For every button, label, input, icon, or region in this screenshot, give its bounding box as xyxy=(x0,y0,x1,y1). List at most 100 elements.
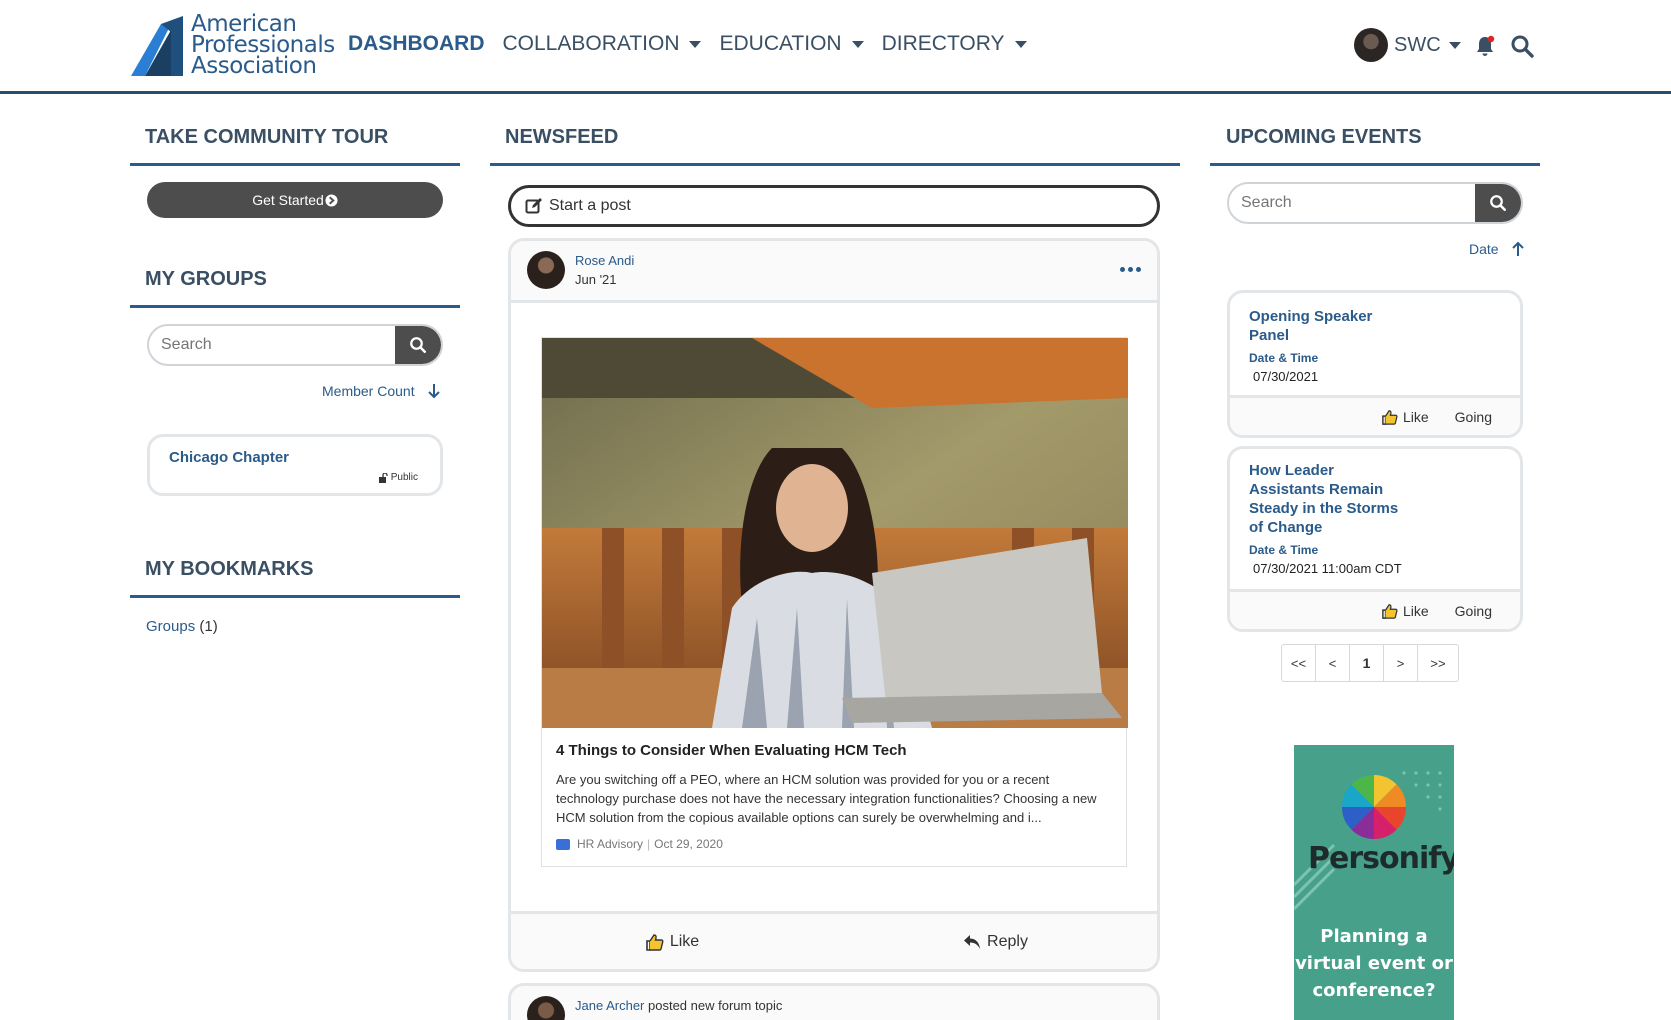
user-name: SWC xyxy=(1394,33,1441,56)
event-card[interactable]: Opening Speaker Panel Date & Time 07/30/… xyxy=(1227,290,1523,438)
pager-last[interactable]: >> xyxy=(1418,645,1458,681)
more-options-icon[interactable] xyxy=(1120,267,1141,272)
groups-sort[interactable]: Member Count xyxy=(322,383,441,399)
article-source: HR Advisory | Oct 29, 2020 xyxy=(556,837,723,851)
article-description: Are you switching off a PEO, where an HC… xyxy=(556,772,1097,825)
event-like-button[interactable]: Like xyxy=(1382,409,1429,425)
start-post-label: Start a post xyxy=(549,197,631,214)
event-date: 07/30/2021 11:00am CDT xyxy=(1253,561,1402,576)
nav-label: DIRECTORY xyxy=(881,32,1005,55)
pager-prev[interactable]: < xyxy=(1316,645,1350,681)
personify-ad[interactable]: Personify Planning a virtual event or co… xyxy=(1294,745,1454,1020)
hr-advisory-icon xyxy=(556,838,570,850)
group-card[interactable]: Chicago Chapter Public xyxy=(147,434,443,496)
event-title-line: Opening Speaker xyxy=(1249,308,1373,325)
post-action: posted new forum topic xyxy=(648,998,783,1013)
events-search-input[interactable] xyxy=(1229,184,1475,222)
pager-first[interactable]: << xyxy=(1282,645,1316,681)
caret-down-icon xyxy=(851,40,864,48)
sort-label: Date xyxy=(1469,241,1499,257)
post-author[interactable]: Jane Archer xyxy=(575,998,644,1013)
divider xyxy=(490,163,1180,166)
reply-button[interactable]: Reply xyxy=(834,933,1157,951)
post-date: Jun '21 xyxy=(575,272,617,287)
like-label: Like xyxy=(669,932,700,950)
event-going-button[interactable]: Going xyxy=(1455,409,1492,425)
caret-down-icon xyxy=(689,40,702,48)
tour-title: TAKE COMMUNITY TOUR xyxy=(145,126,389,148)
article-card[interactable]: 4 Things to Consider When Evaluating HCM… xyxy=(541,337,1128,867)
event-title-line: Assistants Remain xyxy=(1249,481,1384,498)
ad-line: virtual event or xyxy=(1295,953,1453,974)
caret-down-icon xyxy=(1448,41,1461,49)
divider xyxy=(130,163,460,166)
visibility-label: Public xyxy=(390,472,418,483)
nav-collaboration[interactable]: COLLABORATION xyxy=(503,32,702,56)
events-sort[interactable]: Date xyxy=(1469,241,1525,257)
event-title[interactable]: How Leader Assistants Remain Steady in t… xyxy=(1249,461,1398,537)
group-visibility: Public xyxy=(378,472,418,483)
like-label: Like xyxy=(1402,602,1429,619)
nav-education[interactable]: EDUCATION xyxy=(719,32,864,56)
source-date: Oct 29, 2020 xyxy=(654,837,723,851)
article-title[interactable]: 4 Things to Consider When Evaluating HCM… xyxy=(556,742,907,759)
event-card[interactable]: How Leader Assistants Remain Steady in t… xyxy=(1227,446,1523,632)
nav-directory[interactable]: DIRECTORY xyxy=(882,32,1027,56)
reply-label: Reply xyxy=(987,932,1028,950)
events-pagination: << < 1 > >> xyxy=(1281,644,1459,682)
article-image xyxy=(542,338,1128,728)
like-button[interactable]: Like xyxy=(511,933,834,951)
source-name: HR Advisory xyxy=(577,837,644,851)
event-date: 07/30/2021 xyxy=(1253,369,1319,384)
arrow-down-icon xyxy=(427,384,440,399)
search-icon[interactable] xyxy=(1510,34,1534,58)
ad-line: Planning a xyxy=(1320,926,1428,947)
nav-dashboard[interactable]: DASHBOARD xyxy=(348,32,485,56)
top-header: American Professionals Association DASHB… xyxy=(0,0,1671,94)
start-post-button[interactable]: Start a post xyxy=(508,185,1160,227)
groups-search-button[interactable] xyxy=(395,326,441,364)
event-title[interactable]: Opening Speaker Panel xyxy=(1249,307,1372,345)
ad-brand: Personify xyxy=(1308,841,1454,876)
post-author[interactable]: Rose Andi xyxy=(575,253,634,268)
nav-label: DASHBOARD xyxy=(348,32,485,55)
like-label: Like xyxy=(1402,408,1429,425)
event-datetime-label: Date & Time xyxy=(1249,351,1319,365)
logo-line: Association xyxy=(191,53,317,79)
event-like-button[interactable]: Like xyxy=(1382,603,1429,619)
thumbs-up-icon xyxy=(1382,409,1398,425)
unlock-icon xyxy=(378,472,388,483)
search-icon xyxy=(1490,195,1507,212)
upcoming-events-title: UPCOMING EVENTS xyxy=(1226,126,1422,148)
user-menu[interactable]: SWC xyxy=(1354,28,1461,62)
reply-icon xyxy=(964,934,981,949)
event-going-button[interactable]: Going xyxy=(1455,603,1492,619)
author-avatar[interactable] xyxy=(527,251,565,289)
association-logo[interactable]: American Professionals Association xyxy=(131,13,335,78)
pager-next[interactable]: > xyxy=(1384,645,1418,681)
events-search-button[interactable] xyxy=(1475,184,1521,222)
feed-post: Rose Andi Jun '21 4 Things to Consider W… xyxy=(508,238,1160,972)
get-started-button[interactable]: Get Started xyxy=(147,182,443,218)
post-summary: Jane Archer posted new forum topic xyxy=(575,998,782,1013)
event-title-line: Panel xyxy=(1249,327,1290,344)
edit-icon xyxy=(525,198,542,214)
article-photo xyxy=(542,338,1128,728)
groups-search-input[interactable] xyxy=(149,326,395,364)
bookmarks-count: (1) xyxy=(199,618,218,635)
ad-text: Planning a virtual event or conference? xyxy=(1294,923,1454,1004)
newsfeed-title: NEWSFEED xyxy=(505,126,619,148)
pager-current[interactable]: 1 xyxy=(1350,645,1384,681)
arrow-circle-right-icon xyxy=(325,193,338,207)
bookmarks-groups[interactable]: Groups (1) xyxy=(146,618,218,635)
bell-icon[interactable] xyxy=(1474,35,1496,57)
author-avatar[interactable] xyxy=(527,996,565,1020)
group-name: Chicago Chapter xyxy=(169,449,290,466)
logo-mark-icon xyxy=(131,16,183,76)
groups-search xyxy=(147,324,443,366)
event-datetime-label: Date & Time xyxy=(1249,543,1319,557)
events-search xyxy=(1227,182,1523,224)
thumbs-up-icon xyxy=(646,933,664,951)
bookmarks-link[interactable]: Groups xyxy=(146,618,195,635)
arrow-up-icon xyxy=(1511,241,1524,256)
